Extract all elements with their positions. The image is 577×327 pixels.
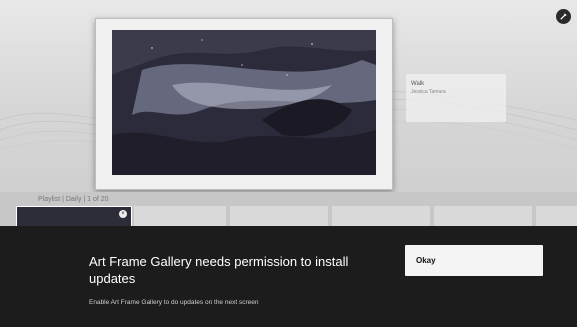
artwork-title: Walk bbox=[411, 81, 425, 87]
settings-icon[interactable] bbox=[556, 9, 571, 24]
okay-button[interactable]: Okay bbox=[405, 245, 543, 276]
artwork-artist: Jessica Tamara bbox=[411, 89, 446, 95]
dialog-description: Enable Art Frame Gallery to do updates o… bbox=[89, 299, 259, 306]
permission-dialog: Art Frame Gallery needs permission to in… bbox=[0, 226, 577, 327]
close-icon[interactable]: × bbox=[119, 210, 127, 218]
playlist-label: Playlist | Daily | 1 of 20 bbox=[38, 196, 109, 203]
art-frame bbox=[95, 18, 393, 190]
artwork-image bbox=[112, 30, 376, 175]
dialog-title: Art Frame Gallery needs permission to in… bbox=[89, 254, 349, 286]
artwork-info-card: Walk Jessica Tamara bbox=[406, 74, 506, 122]
screen: Walk Jessica Tamara Playlist | Daily | 1… bbox=[0, 0, 577, 327]
